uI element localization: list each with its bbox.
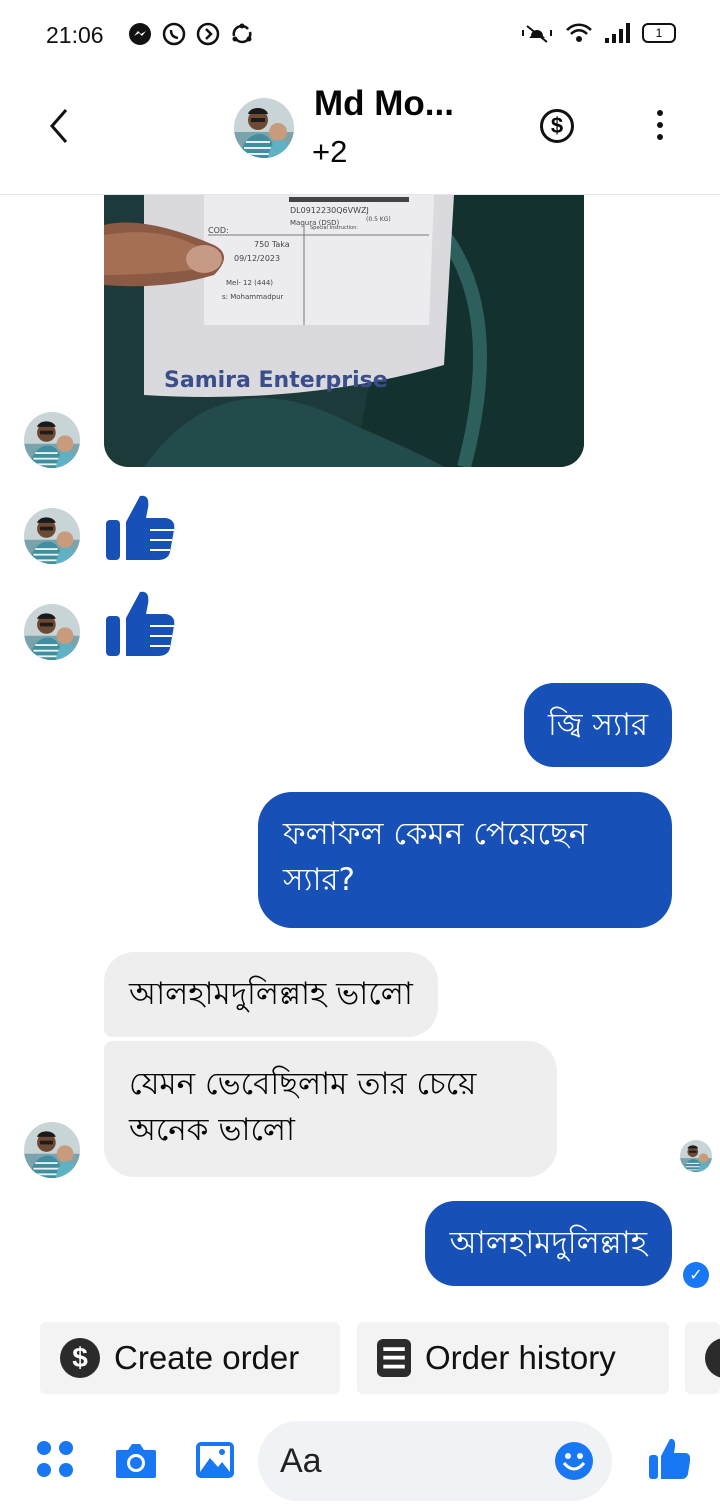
sender-avatar[interactable] — [24, 412, 80, 468]
quick-reply-order-history[interactable]: ☰ Order history — [357, 1322, 669, 1394]
emoji-icon[interactable] — [554, 1441, 594, 1481]
signal-icon — [605, 23, 630, 43]
like-sticker-icon[interactable] — [104, 490, 176, 562]
quick-reply-label: Create order — [114, 1339, 300, 1376]
quick-reply-more[interactable]: › — [685, 1322, 720, 1394]
dollar-icon: $ — [60, 1338, 100, 1378]
messenger-icon — [129, 23, 151, 45]
chevron-icon: › — [705, 1338, 720, 1378]
quick-reply-create-order[interactable]: $ Create order — [40, 1322, 340, 1394]
status-system-icons: 1 — [521, 22, 676, 44]
read-receipt-avatar — [680, 1140, 712, 1172]
gallery-icon[interactable] — [194, 1440, 236, 1480]
group-avatar[interactable] — [234, 98, 294, 158]
label-tracking: DL0912230Q6VWZJ — [290, 206, 369, 215]
message-bubble-incoming[interactable]: যেমন ভেবেছিলাম তার চেয়ে অনেক ভালো — [104, 1041, 557, 1177]
delivered-check-icon: ✓ — [683, 1262, 709, 1288]
label-date: 09/12/2023 — [234, 254, 280, 263]
sender-avatar[interactable] — [24, 508, 80, 564]
whatsapp-business-icon — [196, 22, 220, 46]
label-cod-key: COD: — [208, 226, 229, 235]
like-sticker-icon[interactable] — [104, 586, 176, 658]
label-brand: Samira Enterprise — [164, 368, 388, 393]
more-vertical-icon[interactable] — [652, 110, 668, 144]
label-instructions: Special Instruction: — [310, 225, 358, 231]
message-bubble-outgoing[interactable]: জ্বি স্যার — [524, 683, 672, 767]
sender-avatar[interactable] — [24, 1122, 80, 1178]
contact-name[interactable]: Md Mo... — [314, 84, 454, 124]
camera-icon[interactable] — [114, 1440, 158, 1480]
conversation-header: Md Mo... +2 $ — [0, 70, 720, 195]
vibrate-icon — [522, 25, 552, 43]
label-weight: (0.5 KG) — [366, 216, 391, 223]
sync-icon — [232, 23, 252, 44]
label-route: Mel- 12 (444) — [226, 279, 273, 287]
apps-menu-icon[interactable] — [37, 1441, 75, 1479]
wifi-icon — [566, 23, 592, 42]
label-area: s: Mohammadpur — [222, 293, 284, 301]
battery-icon: 1 — [642, 23, 676, 43]
status-notification-icons — [128, 22, 254, 46]
sender-avatar[interactable] — [24, 604, 80, 660]
message-input[interactable] — [280, 1439, 540, 1483]
like-icon[interactable] — [648, 1436, 690, 1480]
dollar-circle-icon[interactable]: $ — [540, 109, 574, 143]
message-bubble-outgoing[interactable]: আলহামদুলিল্লাহ — [424, 1201, 672, 1286]
message-bubble-incoming[interactable]: আলহামদুলিল্লাহ ভালো — [104, 952, 438, 1037]
whatsapp-icon — [162, 22, 186, 46]
status-time: 21:06 — [46, 22, 104, 48]
message-bubble-outgoing[interactable]: ফলাফল কেমন পেয়েছেন স্যার? — [258, 792, 672, 928]
message-input-box[interactable] — [258, 1421, 612, 1501]
label-cod-value: 750 Taka — [254, 240, 290, 249]
photo-message[interactable]: DL0912230Q6VWZJ Magura (DSD) (0.5 KG) CO… — [104, 195, 584, 467]
order-list-icon: ☰ — [377, 1339, 411, 1377]
back-arrow-icon[interactable] — [44, 104, 72, 148]
participants-count: +2 — [312, 134, 348, 169]
status-bar: 21:06 1 — [0, 0, 720, 70]
quick-reply-label: Order history — [425, 1339, 616, 1376]
